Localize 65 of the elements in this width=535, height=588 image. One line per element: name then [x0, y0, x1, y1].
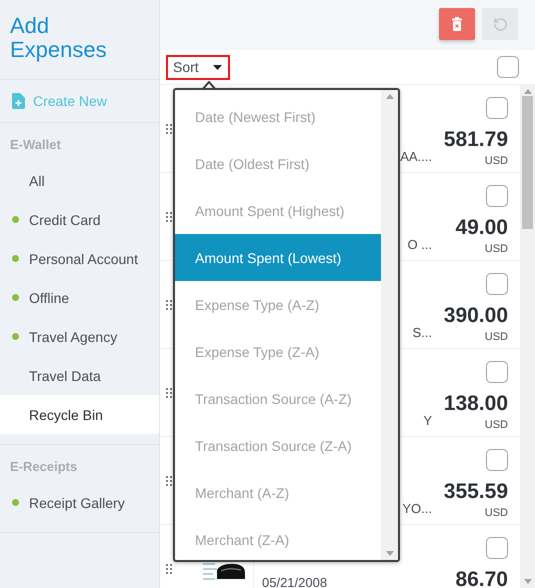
section-heading: E-Wallet	[9, 137, 62, 154]
sidebar-item[interactable]: Credit Card	[0, 200, 159, 239]
sidebar-item[interactable]: Offline	[0, 278, 159, 317]
menu-scrollbar[interactable]	[381, 90, 398, 560]
currency-label: USD	[484, 243, 508, 255]
merchant-name: S...	[412, 325, 432, 340]
caret-icon	[212, 64, 222, 70]
section-heading: E-Receipts	[9, 459, 78, 476]
scroll-up-arrow-icon[interactable]	[524, 89, 532, 94]
scroll-down-arrow-icon[interactable]	[524, 579, 532, 584]
scroll-down-arrow-icon[interactable]	[386, 551, 394, 556]
trash-icon	[452, 17, 462, 31]
expense-amount: 355.59	[444, 480, 508, 504]
expense-date: 05/21/2008	[262, 575, 328, 588]
sort-option[interactable]: Date (Newest First)	[175, 93, 381, 140]
currency-label: USD	[484, 507, 508, 519]
row-checkbox[interactable]	[486, 361, 508, 383]
expense-amount: 86.70	[455, 568, 508, 588]
sort-option[interactable]: Expense Type (A-Z)	[175, 281, 381, 328]
sidebar-item[interactable]: All	[0, 161, 159, 200]
merchant-name: AA....	[400, 149, 432, 164]
drag-handle-icon	[166, 300, 172, 310]
row-checkbox[interactable]	[486, 97, 508, 119]
drag-handle-icon	[166, 564, 172, 574]
sidebar-item[interactable]: Travel Data	[0, 356, 159, 395]
scrollbar-thumb[interactable]	[522, 96, 533, 229]
sidebar-item[interactable]: Receipt Gallery	[0, 483, 159, 522]
sort-option[interactable]: Expense Type (Z-A)	[175, 328, 381, 375]
drag-handle-icon	[166, 388, 172, 398]
select-all-checkbox[interactable]	[497, 56, 519, 78]
scrollbar[interactable]	[520, 85, 535, 588]
sort-option[interactable]: Amount Spent (Highest)	[175, 187, 381, 234]
stapler-icon	[200, 561, 246, 581]
restore-icon	[492, 16, 508, 32]
sidebar-item[interactable]: Travel Agency	[0, 317, 159, 356]
expense-amount: 49.00	[455, 216, 508, 240]
currency-label: USD	[484, 155, 508, 167]
drag-handle-icon	[166, 212, 172, 222]
scroll-up-arrow-icon[interactable]	[386, 94, 394, 99]
drag-handle-icon	[166, 124, 172, 134]
currency-label: USD	[484, 419, 508, 431]
row-checkbox[interactable]	[486, 185, 508, 207]
create-new-link[interactable]: Create New	[12, 93, 107, 109]
row-checkbox[interactable]	[486, 537, 508, 559]
sort-option[interactable]: Date (Oldest First)	[175, 140, 381, 187]
sidebar-item[interactable]: Personal Account	[0, 239, 159, 278]
sort-option[interactable]: Merchant (Z-A)	[175, 516, 381, 563]
sort-option[interactable]: Merchant (A-Z)	[175, 469, 381, 516]
add-file-icon	[12, 93, 25, 109]
merchant-name: Y	[423, 413, 432, 428]
row-checkbox[interactable]	[486, 449, 508, 471]
page-title: Add Expenses	[0, 0, 159, 80]
merchant-name: YO...	[402, 501, 432, 516]
currency-label: USD	[484, 331, 508, 343]
sort-option[interactable]: Transaction Source (Z-A)	[175, 422, 381, 469]
row-checkbox[interactable]	[486, 273, 508, 295]
merchant-name: O ...	[407, 237, 432, 252]
expense-amount: 138.00	[444, 392, 508, 416]
expense-amount: 390.00	[444, 304, 508, 328]
sort-option[interactable]: Transaction Source (A-Z)	[175, 375, 381, 422]
delete-button[interactable]	[439, 8, 475, 40]
expense-amount: 581.79	[444, 128, 508, 152]
drag-handle-icon	[166, 476, 172, 486]
sidebar-item[interactable]: Recycle Bin	[0, 395, 159, 434]
sort-option[interactable]: Amount Spent (Lowest)	[175, 234, 381, 281]
